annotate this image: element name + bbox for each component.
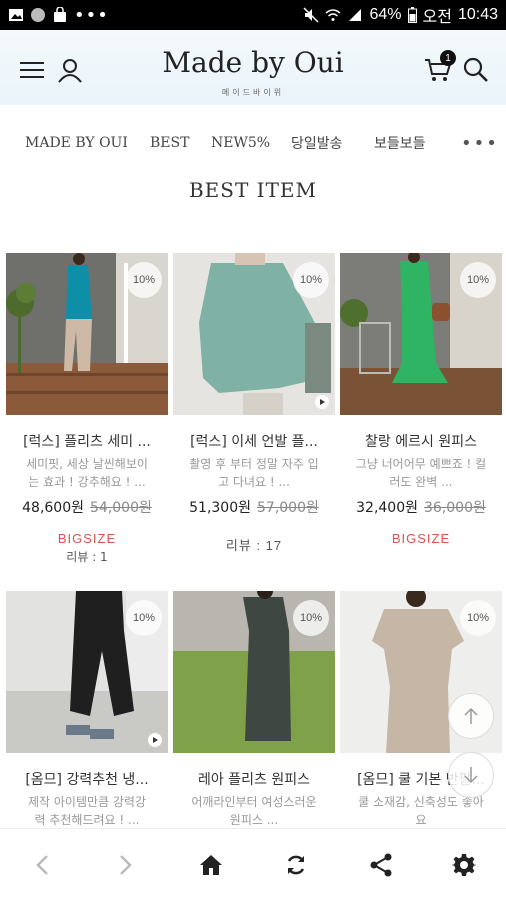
scroll-bottom-button[interactable] [448, 752, 494, 798]
video-play-icon [315, 395, 329, 409]
product-description: 촬영 후 부터 정말 자주 입 고 다녀요 ! ... [173, 455, 335, 491]
battery-icon [407, 7, 417, 23]
app-screen: ••• 64% 오전 10:43 Made by Oui 메이드바이위 1 MA… [0, 0, 506, 900]
product-name[interactable]: 레아 플리츠 원피스 [173, 769, 335, 789]
chevron-left-icon [36, 855, 48, 875]
refresh-icon [287, 855, 305, 875]
discount-badge: 10% [293, 600, 329, 636]
wifi-icon [325, 9, 341, 21]
review-count: 리뷰 : 1 [66, 550, 108, 564]
bottom-toolbar [0, 828, 506, 900]
product-card[interactable]: 10% 찰랑 에르시 원피스 그냥 너어어무 예쁘죠 ! 컬 러도 완벽 ...… [340, 253, 502, 546]
time-ampm: 오전 [422, 9, 452, 26]
product-image[interactable]: 10% [173, 253, 335, 415]
arrow-up-icon [464, 707, 478, 724]
product-description: 어깨라인부터 여성스러운 원피스 ... [173, 793, 335, 829]
circle-app-icon [31, 8, 45, 22]
product-price: 51,300원 57,000원 [173, 497, 335, 517]
clock-time: 10:43 [457, 6, 498, 23]
review-count: 리뷰 : 17 [225, 538, 283, 553]
home-icon [200, 855, 222, 875]
cart-button[interactable]: 1 [424, 50, 456, 84]
product-description: 쿨 소재감, 신축성도 좋아 요 [340, 793, 502, 829]
nav-item-new[interactable]: NEW5% [211, 135, 270, 151]
product-card[interactable]: 10% [옴므] 강력추천 냉... 제작 아이템만큼 강력강 력 추천해드려요… [6, 591, 168, 829]
video-play-icon [148, 733, 162, 747]
status-bar: ••• 64% 오전 10:43 [0, 0, 506, 30]
discount-badge: 10% [460, 600, 496, 636]
discount-badge: 10% [293, 262, 329, 298]
product-description-line: 어깨라인부터 여성스러운 [191, 795, 317, 809]
original-price: 54,000원 [90, 500, 152, 516]
search-icon [463, 57, 488, 82]
product-card[interactable]: 10% [럭스] 플리츠 세미 ... 세미핏, 세상 날씬해보이 는 효과 !… [6, 253, 168, 565]
product-description: 세미핏, 세상 날씬해보이 는 효과 ! 강추해요 ! ... [6, 455, 168, 491]
product-description-line: 고 다녀요 ! ... [218, 475, 290, 489]
product-image[interactable]: 10% [173, 591, 335, 753]
product-card[interactable]: 10% [럭스] 이세 언발 플... 촬영 후 부터 정말 자주 입 고 다녀… [173, 253, 335, 554]
signal-icon [349, 9, 362, 21]
product-name[interactable]: [럭스] 플리츠 세미 ... [6, 431, 168, 451]
product-description-line: 제작 아이템만큼 강력강 [27, 795, 147, 809]
sale-price: 51,300원 [189, 500, 251, 516]
product-description-line: 그냥 너어어무 예쁘죠 ! 컬 [355, 457, 487, 471]
shopping-bag-icon [54, 7, 66, 22]
home-button[interactable] [197, 851, 225, 879]
more-notifications-icon: ••• [74, 4, 109, 26]
app-header: Made by Oui 메이드바이위 1 [0, 30, 506, 105]
sale-price: 48,600원 [22, 500, 84, 516]
product-name[interactable]: [럭스] 이세 언발 플... [173, 431, 335, 451]
product-description-line: 촬영 후 부터 정말 자주 입 [189, 457, 319, 471]
original-price: 36,000원 [424, 500, 486, 516]
nav-item-made-by-oui[interactable]: MADE BY OUI [25, 135, 128, 151]
mute-icon [303, 7, 319, 23]
gear-icon [452, 854, 476, 876]
product-description-line: 세미핏, 세상 날씬해보이 [26, 457, 148, 471]
product-card[interactable]: 10% 레아 플리츠 원피스 어깨라인부터 여성스러운 원피스 ... [173, 591, 335, 829]
more-categories-icon[interactable]: ••• [461, 133, 499, 154]
bigsize-tag: BIGSIZE [57, 531, 117, 546]
share-button[interactable] [367, 851, 395, 879]
product-description-line: 력 추천해드려요 ! ... [34, 813, 140, 827]
product-image[interactable]: 10% [6, 591, 168, 753]
product-price: 32,400원 36,000원 [340, 497, 502, 517]
back-button[interactable] [28, 851, 56, 879]
discount-badge: 10% [460, 262, 496, 298]
product-description-line: 는 효과 ! 강추해요 ! ... [28, 475, 146, 489]
discount-badge: 10% [126, 262, 162, 298]
settings-button[interactable] [450, 851, 478, 879]
discount-badge: 10% [126, 600, 162, 636]
product-name[interactable]: 찰랑 에르시 원피스 [340, 431, 502, 451]
sale-price: 32,400원 [356, 500, 418, 516]
product-description-line: 요 [415, 813, 427, 827]
forward-button[interactable] [112, 851, 140, 879]
product-name[interactable]: [옴므] 강력추천 냉... [6, 769, 168, 789]
search-button[interactable] [462, 56, 490, 84]
arrow-down-icon [464, 767, 478, 784]
section-title: BEST ITEM [188, 178, 317, 202]
scroll-top-button[interactable] [448, 693, 494, 739]
nav-item-soft[interactable]: 보들보들 [374, 133, 426, 153]
product-image[interactable]: 10% [340, 253, 502, 415]
refresh-button[interactable] [282, 851, 310, 879]
product-price: 48,600원 54,000원 [6, 497, 168, 517]
nav-item-best[interactable]: BEST [150, 135, 189, 151]
brand-logo-subtitle: 메이드바이위 [221, 88, 285, 97]
category-nav: MADE BY OUI BEST NEW5% 당일발송 보들보들 ••• [0, 128, 506, 158]
product-description-line: 러도 완벽 ... [389, 475, 453, 489]
product-image[interactable]: 10% [6, 253, 168, 415]
share-icon [370, 853, 392, 877]
cart-count-badge: 1 [440, 50, 456, 66]
chevron-right-icon [120, 855, 132, 875]
product-description: 그냥 너어어무 예쁘죠 ! 컬 러도 완벽 ... [340, 455, 502, 491]
product-description-line: 원피스 ... [229, 813, 279, 827]
gallery-icon [9, 9, 23, 21]
bigsize-tag: BIGSIZE [391, 531, 451, 546]
product-description: 제작 아이템만큼 강력강 력 추천해드려요 ! ... [6, 793, 168, 829]
original-price: 57,000원 [257, 500, 319, 516]
battery-level: 64% [369, 6, 402, 23]
nav-item-same-day[interactable]: 당일발송 [291, 133, 343, 153]
